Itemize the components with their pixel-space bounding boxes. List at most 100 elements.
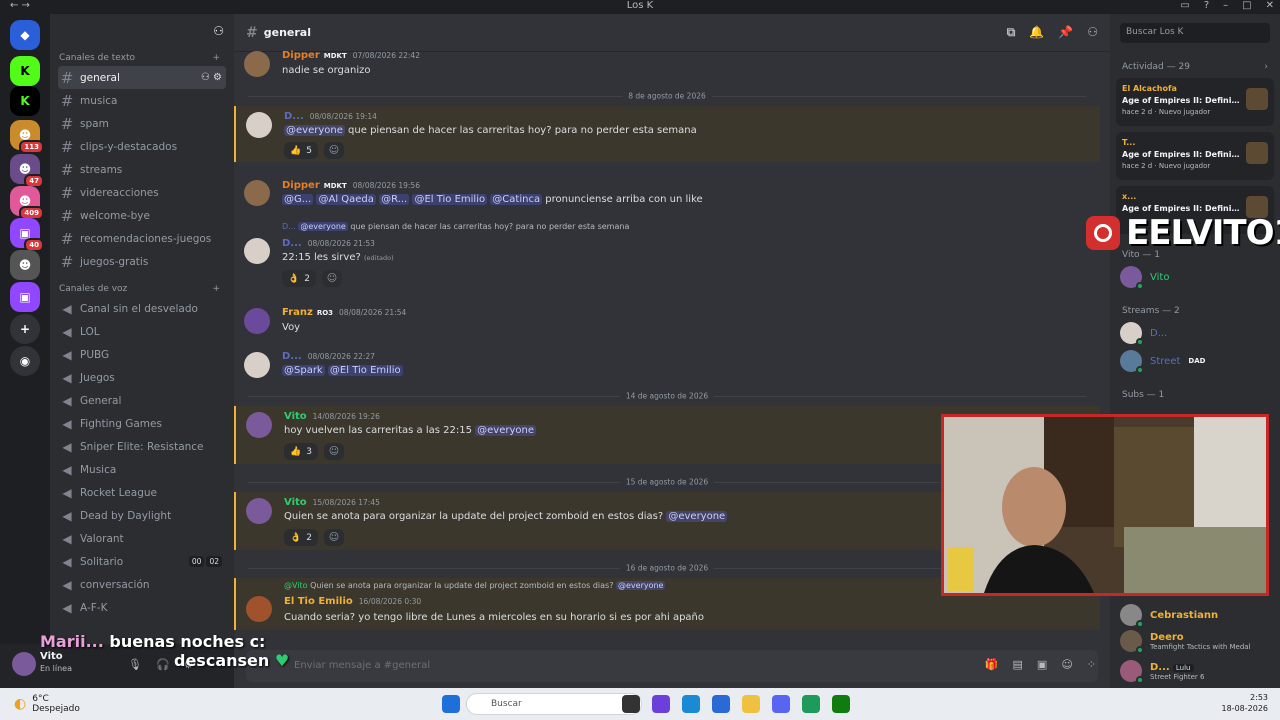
sticker-icon[interactable]: ▣ xyxy=(1037,658,1047,671)
add-reaction-icon[interactable]: ☺ xyxy=(323,529,344,546)
member-deero[interactable]: Deero Teamfight Tactics with Medal xyxy=(1120,630,1251,654)
member-d[interactable]: D... Lulu Street Fighter 6 xyxy=(1120,660,1204,684)
avatar[interactable] xyxy=(244,180,270,206)
apps-icon[interactable]: ⁘ xyxy=(1087,658,1096,671)
server-icon-3[interactable]: ☻ 409 xyxy=(10,186,44,220)
avatar[interactable] xyxy=(246,112,272,138)
member-vito[interactable]: Vito xyxy=(1120,266,1169,290)
system-tray-clock[interactable]: 2:53 18-08-2026 xyxy=(1222,692,1269,714)
explore-icon[interactable]: ◉ xyxy=(10,346,40,376)
voice-channel[interactable]: ◀ LOL xyxy=(58,320,226,343)
author-name[interactable]: Dipper xyxy=(282,50,320,61)
voice-channel[interactable]: ◀ Musica xyxy=(58,458,226,481)
xbox-icon[interactable] xyxy=(832,695,850,713)
channel-streams[interactable]: # streams xyxy=(58,158,226,181)
emoji-icon[interactable]: ☺ xyxy=(1061,658,1072,671)
add-reaction-icon[interactable]: ☺ xyxy=(323,142,344,159)
author-name[interactable]: Vito xyxy=(284,411,307,422)
author-name[interactable]: Dipper xyxy=(282,180,320,191)
author-name[interactable]: Vito xyxy=(284,497,307,508)
activity-card[interactable]: El Alcachofa Age of Empires II: Definiti… xyxy=(1116,78,1274,126)
member-cebrastiann[interactable]: Cebrastiann xyxy=(1120,604,1218,628)
help-icon[interactable]: ? xyxy=(1204,0,1209,12)
threads-icon[interactable]: ⧉ xyxy=(1007,25,1016,40)
add-member-icon[interactable]: ⚇ xyxy=(213,24,224,40)
channel-general[interactable]: # general ⚇ ⚙ xyxy=(58,66,226,89)
reply-preview[interactable]: @Vito Quien se anota para organizar la u… xyxy=(284,581,666,590)
explorer-icon[interactable] xyxy=(742,695,760,713)
weather-widget[interactable]: ◐ 6°C Despejado xyxy=(14,694,80,714)
gift-icon[interactable]: 🎁 xyxy=(985,658,999,671)
chevron-right-icon[interactable]: › xyxy=(1264,62,1268,72)
close-button[interactable]: ✕ xyxy=(1266,0,1274,12)
author-name[interactable]: D... xyxy=(284,111,304,122)
mention[interactable]: @Al Qaeda xyxy=(316,194,376,205)
voice-channel[interactable]: ◀ A-F-K xyxy=(58,596,226,619)
minimize-button[interactable]: – xyxy=(1223,0,1228,12)
add-reaction-icon[interactable]: ☺ xyxy=(323,443,344,460)
chat-message[interactable]: D... @everyone que piensan de hacer las … xyxy=(234,220,1100,290)
mention[interactable]: @El Tio Emilio xyxy=(327,365,403,376)
members-icon[interactable]: ⚇ xyxy=(1087,25,1098,40)
reaction[interactable]: 👍 5 xyxy=(284,142,318,159)
mention[interactable]: @everyone xyxy=(666,511,728,522)
avatar[interactable] xyxy=(244,238,270,264)
taskview-icon[interactable] xyxy=(622,695,640,713)
server-icon-1[interactable]: ☻ 113 xyxy=(10,120,44,154)
chat-message[interactable]: D... 08/08/2026 19:14 @everyone que piens… xyxy=(234,106,1100,162)
server-search-input[interactable]: Buscar Los K xyxy=(1120,23,1270,43)
avatar[interactable] xyxy=(246,498,272,524)
member-stream-1[interactable]: D... xyxy=(1120,322,1167,346)
taskbar-search[interactable]: Buscar xyxy=(466,693,642,715)
avatar[interactable] xyxy=(244,352,270,378)
activity-card[interactable]: T... Age of Empires II: Definitiv... hac… xyxy=(1116,132,1274,180)
add-reaction-icon[interactable]: ☺ xyxy=(321,270,342,287)
mention[interactable]: @everyone xyxy=(284,125,345,136)
avatar[interactable] xyxy=(246,596,272,622)
obs-icon[interactable] xyxy=(802,695,820,713)
guild-header[interactable]: ⚇ xyxy=(50,14,234,50)
server-icon-kick-2[interactable]: K xyxy=(10,86,40,116)
edge-icon[interactable] xyxy=(682,695,700,713)
channel-clips[interactable]: # clips-y-destacados xyxy=(58,135,226,158)
start-icon[interactable] xyxy=(442,695,460,713)
reaction[interactable]: 👍 3 xyxy=(284,443,318,460)
channel-videreacciones[interactable]: # videreacciones xyxy=(58,181,226,204)
channel-welcome-bye[interactable]: # welcome-bye xyxy=(58,204,226,227)
avatar[interactable] xyxy=(244,51,270,77)
maximize-button[interactable]: □ xyxy=(1242,0,1251,12)
chat-message[interactable]: D... 08/08/2026 22:27 @Spark @El Tio Emil… xyxy=(234,350,1100,382)
app-icon[interactable] xyxy=(652,695,670,713)
reaction[interactable]: 👌 2 xyxy=(284,529,318,546)
mention[interactable]: @G... xyxy=(282,194,314,205)
message-input[interactable]: Enviar mensaje a #general xyxy=(246,650,1098,682)
author-name[interactable]: D... xyxy=(282,351,302,362)
reaction[interactable]: 👌 2 xyxy=(282,270,316,287)
add-channel-icon[interactable]: + xyxy=(212,281,220,297)
server-icon-2[interactable]: ☻ 47 xyxy=(10,154,44,188)
voice-channel[interactable]: ◀ Valorant xyxy=(58,527,226,550)
voice-channel[interactable]: ◀ Dead by Daylight xyxy=(58,504,226,527)
server-icon-home[interactable]: ◆ xyxy=(10,20,40,50)
voice-channel[interactable]: ◀ Fighting Games xyxy=(58,412,226,435)
discord-icon[interactable] xyxy=(772,695,790,713)
gif-icon[interactable]: ▤ xyxy=(1013,658,1023,671)
add-channel-icon[interactable]: + xyxy=(212,50,220,66)
pin-icon[interactable]: 📌 xyxy=(1058,25,1073,40)
reply-preview[interactable]: D... @everyone que piensan de hacer las … xyxy=(282,222,629,231)
server-icon-4[interactable]: ☻ xyxy=(10,250,40,280)
chat-message[interactable]: Dipper MDKT 07/08/2026 22:42 nadie se orga… xyxy=(234,48,1100,80)
voice-channel[interactable]: ◀ Juegos xyxy=(58,366,226,389)
channel-settings-icons[interactable]: ⚇ ⚙ xyxy=(201,72,222,83)
mention[interactable]: @R... xyxy=(379,194,410,205)
voice-channel[interactable]: ◀ conversación xyxy=(58,573,226,596)
voice-channel[interactable]: ◀ Sniper Elite: Resistance xyxy=(58,435,226,458)
inbox-icon[interactable]: ▭ xyxy=(1180,0,1189,12)
member-stream-2[interactable]: Street DAD xyxy=(1120,350,1205,374)
voice-channel[interactable]: ◀ Canal sin el desvelado xyxy=(58,297,226,320)
author-name[interactable]: El Tio Emilio xyxy=(284,596,353,607)
mention[interactable]: @El Tio Emilio xyxy=(412,194,488,205)
voice-channel[interactable]: ◀ Rocket League xyxy=(58,481,226,504)
avatar[interactable] xyxy=(246,412,272,438)
voice-channel[interactable]: ◀ General xyxy=(58,389,226,412)
